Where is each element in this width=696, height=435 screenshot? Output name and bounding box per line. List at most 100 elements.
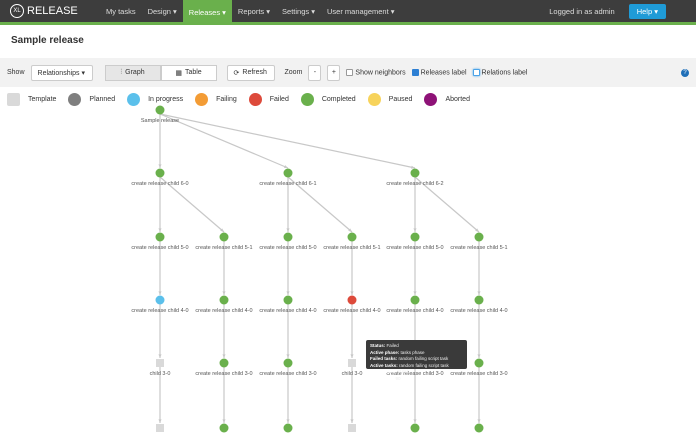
checkbox-icon [346, 68, 354, 76]
status-node-icon [219, 295, 229, 305]
arrow-head [286, 354, 290, 358]
checkbox-icon [472, 68, 480, 76]
tooltip-value: tasks phase [400, 349, 425, 355]
status-node-icon [474, 423, 484, 433]
status-node-icon [410, 232, 420, 242]
node-label: create release child 5-1 [195, 245, 252, 251]
logo-text: RELEASE [27, 5, 78, 17]
nav-settings[interactable]: Settings ▾ [276, 0, 321, 22]
node-label: create release child 4-0 [450, 308, 507, 314]
tooltip-value: 90 [395, 375, 401, 381]
node-label: create release child 6-2 [386, 181, 443, 187]
tooltip-key: Status: [370, 343, 386, 348]
help-icon[interactable]: ? [681, 68, 689, 77]
release-node[interactable] [348, 424, 356, 432]
show-label: Show [7, 69, 25, 76]
tooltip-key: Active tasks: [370, 362, 398, 368]
node-label: create release child 5-1 [323, 245, 380, 251]
show-select[interactable]: Relationships ▾ [30, 64, 93, 81]
toolbar: Show Relationships ▾ ⫶ Graph ▦ Table ⟳ Refre… [0, 58, 696, 87]
status-node-icon [410, 295, 420, 305]
relation-edge [159, 113, 289, 169]
refresh-label: Refresh [242, 69, 267, 76]
nav-my-tasks[interactable]: My tasks [100, 0, 142, 22]
graph-tab[interactable]: ⫶ Graph [104, 64, 161, 81]
nav-user-management[interactable]: User management ▾ [321, 0, 401, 22]
tooltip-value: At risk [396, 369, 410, 375]
nav-design[interactable]: Design ▾ [142, 0, 183, 22]
arrow-head [286, 291, 290, 295]
arrow-head [350, 291, 354, 295]
node-label: create release child 4-0 [386, 308, 443, 314]
release-node[interactable] [156, 424, 164, 432]
node-label: create release child 4-0 [195, 308, 252, 314]
node-label: create release child 4-0 [131, 308, 188, 314]
status-node-icon [219, 232, 229, 242]
arrow-head [413, 228, 417, 232]
relations-label-text: Relations label [481, 69, 528, 77]
arrow-head [158, 419, 162, 423]
arrow-head [413, 291, 417, 295]
template-node-icon [156, 424, 164, 432]
node-label: child 3-0 [150, 371, 171, 377]
status-node-icon [155, 232, 165, 242]
show-neighbors-checkbox[interactable]: Show neighbors [346, 68, 406, 76]
tooltip-value: Failed [386, 343, 399, 348]
status-node-icon [283, 423, 293, 433]
table-label: Table [184, 69, 202, 76]
tooltip-row: Active phase: tasks phase [370, 350, 463, 357]
table-icon: ▦ [175, 69, 182, 77]
release-node[interactable] [474, 423, 484, 433]
arrow-head [477, 354, 481, 358]
release-node[interactable] [283, 423, 293, 433]
status-node-icon [410, 168, 420, 178]
status-node-icon [347, 232, 357, 242]
arrow-head [286, 419, 290, 423]
node-tooltip: Status: Failed Active phase: tasks phase F… [366, 340, 467, 381]
arrow-head [158, 164, 162, 168]
graph-label: Graph [125, 69, 145, 76]
logged-in-user: Logged in as admin [549, 6, 615, 16]
status-node-icon [283, 168, 293, 178]
node-label: create release child 3-0 [195, 371, 252, 377]
release-graph: Sample release create release child 6-0 cr… [131, 105, 508, 433]
node-label: Sample release [141, 118, 179, 124]
tooltip-key: Risk score: [370, 375, 395, 381]
status-node-icon [474, 358, 484, 368]
arrow-head [477, 419, 481, 423]
xl-logo-icon: XL [10, 4, 24, 18]
node-label: create release child 5-0 [259, 245, 316, 251]
zoom-label: Zoom [284, 69, 303, 76]
template-node-icon [156, 359, 164, 367]
tooltip-row: Risk score: 90 [370, 376, 463, 383]
tooltip-key: Failed tasks: [370, 356, 398, 362]
zoom-out-button[interactable]: - [308, 64, 322, 81]
top-nav: XL RELEASE My tasks Design ▾ Releases ▾ R… [0, 0, 696, 25]
status-node-icon [219, 423, 229, 433]
arrow-head [158, 228, 162, 232]
logo[interactable]: XL RELEASE [0, 4, 100, 18]
refresh-button[interactable]: ⟳ Refresh [226, 64, 275, 81]
arrow-head [222, 354, 226, 358]
release-node[interactable] [219, 423, 229, 433]
help-button[interactable]: Help ▾ [628, 3, 666, 19]
tooltip-row: Risk status: At risk [370, 369, 463, 376]
nav-reports[interactable]: Reports ▾ [232, 0, 276, 22]
tooltip-value: random failing script task [398, 356, 449, 362]
releases-label-checkbox[interactable]: Releases label [411, 68, 467, 76]
arrow-head [413, 419, 417, 423]
status-node-icon [155, 168, 165, 178]
release-node[interactable] [410, 423, 420, 433]
template-node-icon [348, 359, 356, 367]
node-label: create release child 5-0 [131, 245, 188, 251]
relations-label-checkbox[interactable]: Relations label [472, 68, 528, 77]
arrow-head [158, 291, 162, 295]
node-label: create release child 5-1 [450, 245, 507, 251]
status-node-icon [474, 232, 484, 242]
node-label: create release child 5-0 [386, 245, 443, 251]
table-tab[interactable]: ▦ Table [160, 64, 217, 81]
node-label: child 3-0 [342, 371, 363, 377]
nav-releases[interactable]: Releases ▾ [182, 0, 232, 25]
zoom-in-button[interactable]: + [327, 64, 341, 81]
node-label: create release child 6-1 [259, 181, 316, 187]
